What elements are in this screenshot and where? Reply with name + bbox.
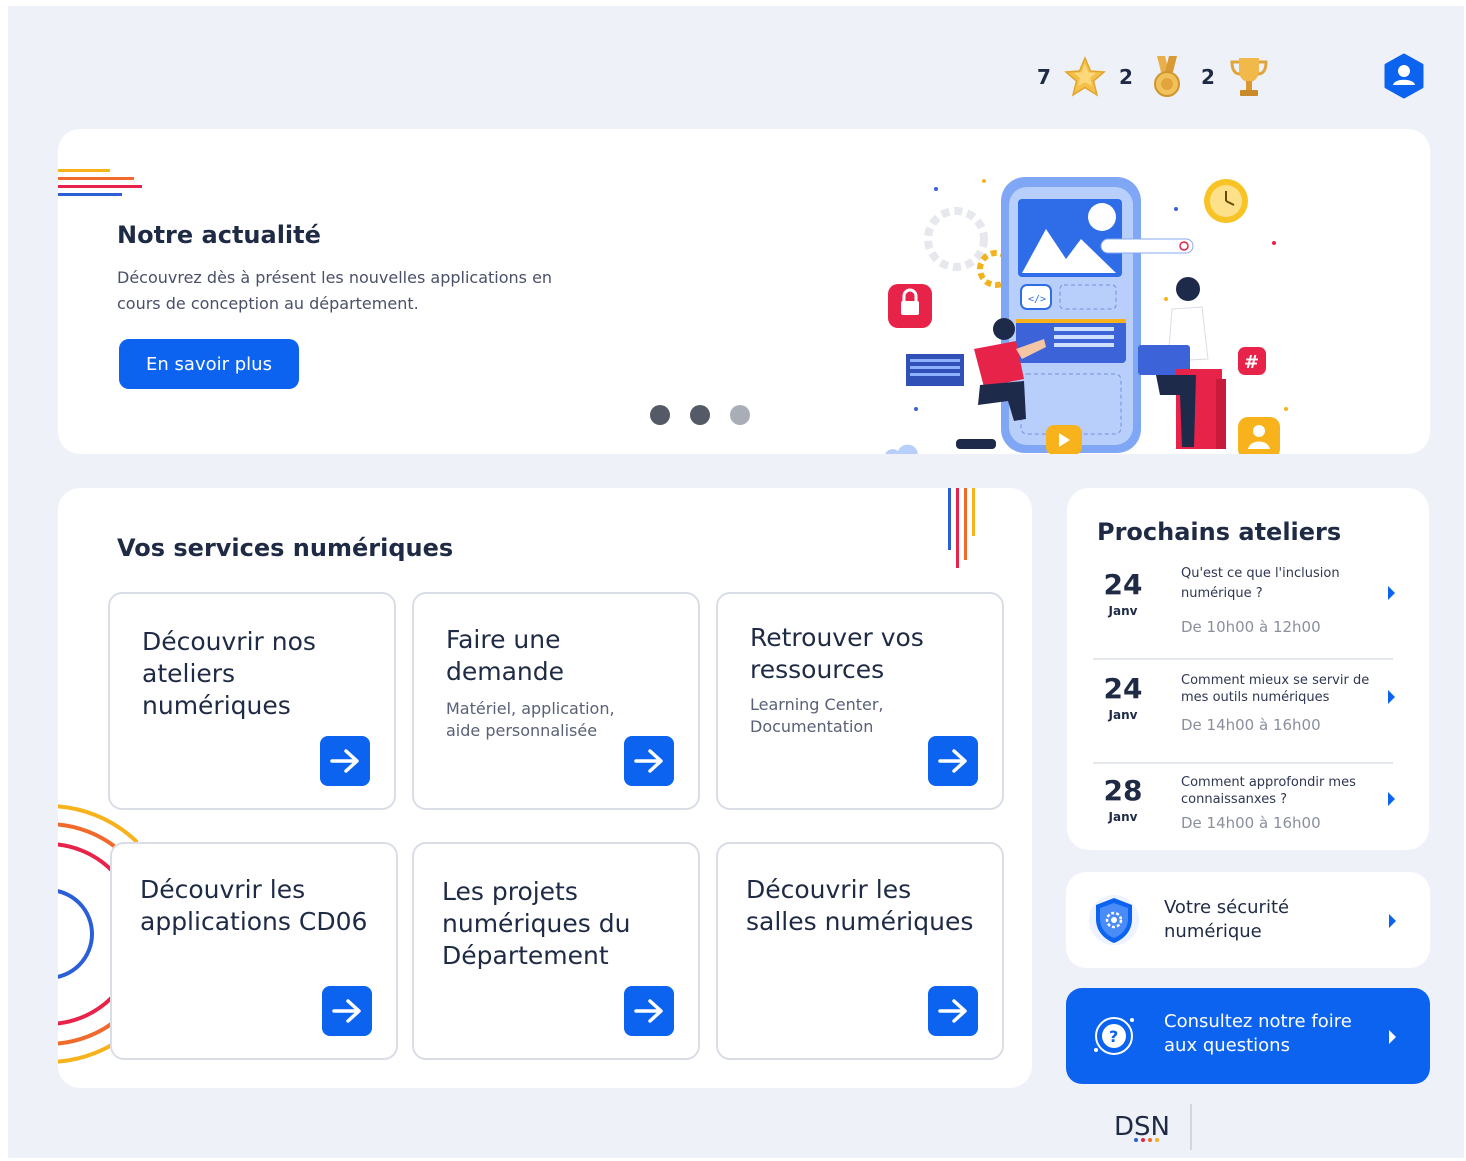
arrow-right-icon[interactable] bbox=[320, 736, 370, 786]
chevron-right-icon bbox=[1388, 690, 1395, 704]
arrow-right-icon[interactable] bbox=[928, 986, 978, 1036]
digital-security-link[interactable]: Votre sécurité numérique bbox=[1066, 872, 1430, 968]
svg-text:#: # bbox=[1244, 352, 1259, 373]
developers-illustration: </> # bbox=[885, 177, 1288, 454]
tile-applications[interactable]: Découvrir les applications CD06 bbox=[110, 842, 398, 1060]
workshop-month: Janv bbox=[1108, 810, 1138, 824]
news-title: Notre actualité bbox=[117, 221, 321, 249]
star-icon bbox=[1062, 54, 1108, 100]
services-title: Vos services numériques bbox=[117, 534, 454, 562]
tile-projects[interactable]: Les projets numériques du Département bbox=[412, 842, 700, 1060]
svg-text:</>: </> bbox=[1028, 294, 1046, 305]
tile-title: Découvrir les applications CD06 bbox=[140, 875, 368, 936]
medal-icon bbox=[1144, 54, 1190, 100]
faq-link[interactable]: ? Consultez notre foire aux questions bbox=[1066, 988, 1430, 1084]
help-icon: ? bbox=[1088, 1010, 1140, 1066]
decorative-lines bbox=[58, 169, 142, 196]
tile-ateliers[interactable]: Découvrir nos ateliers numériques bbox=[108, 592, 396, 810]
tile-subtitle: Learning Center, Documentation bbox=[750, 695, 884, 736]
news-description: Découvrez dès à présent les nouvelles ap… bbox=[117, 268, 553, 313]
user-profile-button[interactable] bbox=[1380, 52, 1428, 100]
trophy-icon bbox=[1226, 54, 1272, 100]
workshop-item[interactable]: 28 Janv Comment approfondir mes connaiss… bbox=[1093, 766, 1395, 866]
learn-more-button[interactable]: En savoir plus bbox=[119, 339, 299, 389]
carousel-dot-1[interactable] bbox=[650, 405, 670, 425]
logo-divider bbox=[1189, 1104, 1192, 1150]
workshop-title: Comment mieux se servir de mes outils nu… bbox=[1181, 673, 1370, 705]
workshop-month: Janv bbox=[1108, 708, 1138, 722]
arrow-right-icon[interactable] bbox=[322, 986, 372, 1036]
workshop-title: Qu'est ce que l'inclusion numérique ? bbox=[1181, 566, 1340, 601]
workshop-time: De 14h00 à 16h00 bbox=[1181, 716, 1321, 734]
decorative-lines bbox=[948, 488, 975, 568]
medals-count: 2 bbox=[1119, 65, 1133, 89]
security-label: Votre sécurité numérique bbox=[1164, 897, 1290, 942]
app-root: 7 2 2 Notre actualité Découvrez dès à pr… bbox=[8, 6, 1464, 1158]
faq-label: Consultez notre foire aux questions bbox=[1164, 1011, 1352, 1056]
carousel-dot-2[interactable] bbox=[690, 405, 710, 425]
tile-title: Découvrir les salles numériques bbox=[746, 875, 974, 936]
workshop-month: Janv bbox=[1108, 604, 1138, 618]
carousel-dot-3[interactable] bbox=[730, 405, 750, 425]
workshop-time: De 14h00 à 16h00 bbox=[1181, 814, 1321, 832]
workshop-day: 24 bbox=[1103, 672, 1143, 705]
carousel-dots bbox=[650, 405, 750, 425]
workshop-item[interactable]: 24 Janv Comment mieux se servir de mes o… bbox=[1093, 664, 1395, 764]
digital-services-panel: Vos services numériques Découvrir nos at… bbox=[58, 488, 1032, 1088]
workshop-title: Comment approfondir mes connaissanxes ? bbox=[1181, 775, 1356, 807]
workshop-day: 28 bbox=[1103, 774, 1143, 807]
user-icon bbox=[1384, 53, 1424, 99]
workshop-time: De 10h00 à 12h00 bbox=[1181, 618, 1321, 636]
dsn-logo: DSN bbox=[1114, 1104, 1192, 1150]
chevron-right-icon bbox=[1388, 792, 1395, 806]
tile-title: Découvrir nos ateliers numériques bbox=[142, 627, 316, 720]
arrow-right-icon[interactable] bbox=[624, 986, 674, 1036]
tile-resources[interactable]: Retrouver vos ressources Learning Center… bbox=[716, 592, 1004, 810]
chevron-right-icon bbox=[1389, 914, 1396, 928]
logo-dots bbox=[1134, 1138, 1159, 1142]
svg-text:?: ? bbox=[1109, 1027, 1118, 1046]
tile-title: Faire une demande bbox=[446, 625, 565, 686]
workshop-item[interactable]: 24 Janv Qu'est ce que l'inclusion numéri… bbox=[1093, 560, 1395, 660]
upcoming-workshops-panel: Prochains ateliers 24 Janv Qu'est ce que… bbox=[1067, 488, 1429, 850]
tile-subtitle: Matériel, application, aide personnalisé… bbox=[446, 699, 615, 740]
stars-count: 7 bbox=[1037, 65, 1051, 89]
arrow-right-icon[interactable] bbox=[624, 736, 674, 786]
shield-icon bbox=[1088, 892, 1140, 952]
chevron-right-icon bbox=[1389, 1030, 1396, 1044]
tile-title: Les projets numériques du Département bbox=[442, 877, 631, 970]
achievements-bar: 7 2 2 bbox=[1036, 54, 1272, 100]
tile-rooms[interactable]: Découvrir les salles numériques bbox=[716, 842, 1004, 1060]
chevron-right-icon bbox=[1388, 586, 1395, 600]
tile-title: Retrouver vos ressources bbox=[750, 623, 924, 684]
tile-request[interactable]: Faire une demande Matériel, application,… bbox=[412, 592, 700, 810]
workshop-day: 24 bbox=[1103, 568, 1143, 601]
workshops-title: Prochains ateliers bbox=[1097, 518, 1342, 546]
arrow-right-icon[interactable] bbox=[928, 736, 978, 786]
news-banner: Notre actualité Découvrez dès à présent … bbox=[58, 129, 1430, 454]
trophies-count: 2 bbox=[1201, 65, 1215, 89]
